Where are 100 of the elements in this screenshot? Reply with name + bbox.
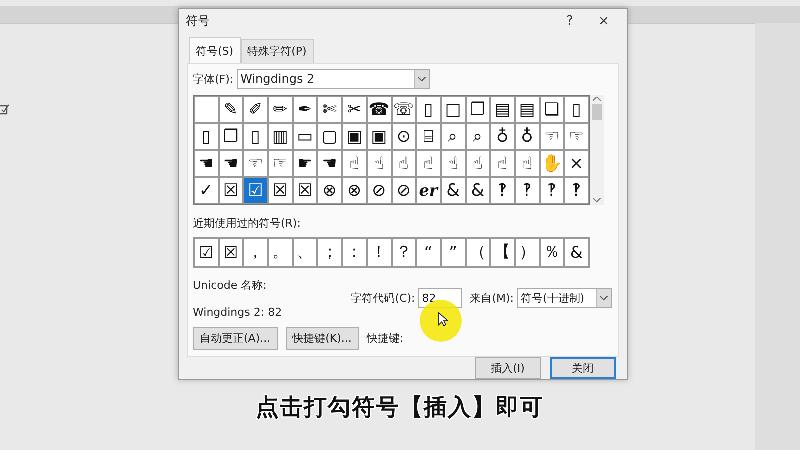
insert-button[interactable]: 插入(I) [475, 357, 541, 379]
symbol-cell[interactable]: ☝ [366, 150, 392, 177]
symbol-cell[interactable]: ☛ [292, 150, 318, 177]
symbol-cell[interactable]: ✓ [194, 177, 219, 204]
recent-symbol-cell[interactable]: ” [440, 238, 466, 267]
symbol-cell[interactable]: □ [440, 96, 466, 123]
recent-symbol-cell[interactable]: ， [243, 238, 268, 267]
symbol-cell[interactable]: ♁ [514, 123, 540, 150]
symbol-cell[interactable]: ⌕ [466, 123, 490, 150]
symbol-cell[interactable]: ▯ [243, 123, 268, 150]
symbol-cell[interactable]: ☞ [268, 150, 293, 177]
shortcut-key-button[interactable]: 快捷键(K)... [286, 327, 359, 350]
symbol-cell[interactable]: ⊘ [366, 177, 392, 204]
symbol-cell[interactable]: ▭ [292, 123, 318, 150]
symbol-cell[interactable]: ✏ [268, 96, 293, 123]
symbol-cell[interactable]: ☒ [292, 177, 318, 204]
symbol-cell[interactable]: & [466, 177, 490, 204]
symbol-cell[interactable]: ⊗ [317, 177, 342, 204]
symbol-cell[interactable]: ▯ [194, 123, 219, 150]
scrollbar[interactable] [590, 95, 604, 205]
recent-symbol-cell[interactable]: 【 [490, 238, 515, 267]
recent-symbol-cell[interactable]: 。 [268, 238, 293, 267]
recent-symbol-cell[interactable]: ？ [392, 238, 416, 267]
symbol-cell[interactable]: ☑ [243, 177, 268, 204]
symbol-cell[interactable]: ▣ [342, 123, 367, 150]
symbol-cell[interactable]: ☞ [564, 123, 589, 150]
help-button[interactable]: ? [553, 9, 587, 33]
symbol-cell[interactable]: ⌕ [440, 123, 466, 150]
symbol-cell[interactable]: ☒ [218, 177, 244, 204]
symbol-cell[interactable]: er [416, 177, 441, 204]
symbol-cell[interactable]: ☜ [243, 150, 268, 177]
recent-symbol-cell[interactable]: “ [416, 238, 441, 267]
recent-symbol-cell[interactable]: ！ [366, 238, 392, 267]
symbol-cell[interactable]: ☚ [194, 150, 219, 177]
recent-symbol-cell[interactable]: ☑ [194, 238, 219, 267]
from-dropdown[interactable]: 符号(十进制) [517, 288, 612, 308]
tab[interactable]: 符号(S) [189, 37, 241, 63]
symbol-cell[interactable]: ‽ [540, 177, 564, 204]
symbol-cell[interactable]: ✒ [292, 96, 318, 123]
symbol-cell[interactable]: ☎ [366, 96, 392, 123]
symbol-cell[interactable] [194, 96, 219, 123]
symbol-cell[interactable]: ⊙ [392, 123, 416, 150]
symbol-cell[interactable]: ✄ [317, 96, 342, 123]
symbol-cell[interactable]: ‽ [490, 177, 515, 204]
symbol-cell[interactable]: ☝ [342, 150, 367, 177]
symbol-cell[interactable]: ✎ [218, 96, 244, 123]
scroll-thumb[interactable] [592, 104, 602, 120]
symbol-cell[interactable]: ▯ [564, 96, 589, 123]
caret-icon [600, 296, 608, 300]
symbol-cell[interactable]: ▣ [366, 123, 392, 150]
symbol-cell[interactable]: ☝ [392, 150, 416, 177]
checkbox-mark-icon [0, 104, 12, 116]
recent-symbol-cell[interactable]: ； [317, 238, 342, 267]
symbol-cell[interactable]: ⊗ [342, 177, 367, 204]
symbol-cell[interactable]: ❐ [466, 96, 490, 123]
symbol-cell[interactable]: ‽ [564, 177, 589, 204]
recent-symbol-cell[interactable]: ％ [540, 238, 564, 267]
symbol-cell[interactable]: ☝ [416, 150, 441, 177]
recent-symbol-cell[interactable]: 、 [292, 238, 318, 267]
symbol-cell[interactable]: ♁ [490, 123, 515, 150]
symbol-cell[interactable]: ✂ [342, 96, 367, 123]
symbol-cell[interactable]: ☜ [540, 123, 564, 150]
font-dropdown[interactable]: Wingdings 2 [236, 69, 430, 89]
symbol-cell[interactable]: ▤ [514, 96, 540, 123]
scroll-up-icon[interactable] [593, 97, 601, 102]
symbol-cell[interactable]: ☝ [440, 150, 466, 177]
caption: 点击打勾符号【插入】即可 [255, 394, 545, 423]
close-button[interactable]: × [587, 9, 621, 33]
symbol-cell[interactable]: ▢ [317, 123, 342, 150]
symbol-cell[interactable]: × [564, 150, 589, 177]
symbol-cell[interactable]: ⊘ [392, 177, 416, 204]
symbol-cell[interactable]: ⌸ [416, 123, 441, 150]
symbol-cell[interactable]: ☒ [268, 177, 293, 204]
recent-symbol-cell[interactable]: （ [466, 238, 490, 267]
recent-symbol-cell[interactable]: ☒ [218, 238, 244, 267]
dialog-title: 符号 [186, 12, 211, 30]
symbol-cell[interactable]: ▯ [416, 96, 441, 123]
close-dialog-button[interactable]: 关闭 [550, 357, 616, 379]
recent-symbol-cell[interactable]: ： [342, 238, 367, 267]
symbol-cell[interactable]: ☏ [392, 96, 416, 123]
symbol-cell[interactable]: ▤ [490, 96, 515, 123]
caret-icon [418, 76, 426, 82]
symbol-cell[interactable]: ❐ [218, 123, 244, 150]
autocorrect-button[interactable]: 自动更正(A)... [193, 327, 278, 350]
symbol-cell[interactable]: ✐ [243, 96, 268, 123]
symbol-cell[interactable]: ▥ [268, 123, 293, 150]
symbol-cell[interactable]: ☝ [514, 150, 540, 177]
tab[interactable]: 特殊字符(P) [240, 39, 314, 63]
symbol-cell[interactable]: ☚ [218, 150, 244, 177]
cursor-icon [438, 312, 448, 327]
scroll-down-icon[interactable] [593, 198, 601, 203]
symbol-cell[interactable]: ☝ [466, 150, 490, 177]
recent-symbol-cell[interactable]: ） [514, 238, 540, 267]
symbol-cell[interactable]: ‽ [514, 177, 540, 204]
symbol-cell[interactable]: ☝ [490, 150, 515, 177]
symbol-cell[interactable]: ❏ [540, 96, 564, 123]
recent-symbol-cell[interactable]: & [564, 238, 589, 267]
symbol-cell[interactable]: ☚ [317, 150, 342, 177]
symbol-cell[interactable]: & [440, 177, 466, 204]
recent-symbols-label: 近期使用过的符号(R): [193, 216, 302, 231]
